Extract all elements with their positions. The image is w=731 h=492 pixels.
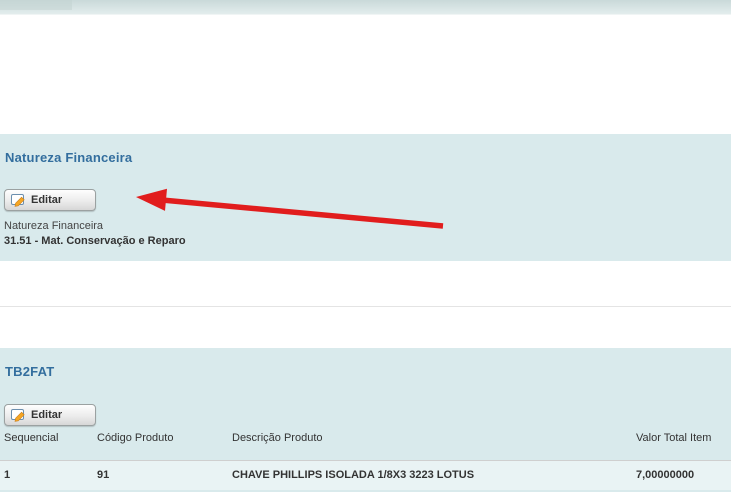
editar-button-label: Editar	[31, 409, 62, 421]
section-divider	[0, 306, 731, 307]
column-header-codigo-produto: Código Produto	[97, 432, 173, 444]
table-header-row: Sequencial Código Produto Descrição Prod…	[0, 432, 731, 448]
edit-note-icon	[11, 194, 26, 207]
editar-button-natureza[interactable]: Editar	[4, 189, 96, 211]
top-bar	[0, 0, 731, 15]
section-title-tb2fat: TB2FAT	[5, 364, 54, 379]
edit-note-icon	[11, 409, 26, 422]
natureza-financeira-field-value: 31.51 - Mat. Conservação e Reparo	[4, 235, 186, 247]
column-header-valor-total-item: Valor Total Item	[636, 432, 711, 444]
natureza-financeira-section: Natureza Financeira Editar Natureza Fina…	[0, 134, 731, 261]
top-bar-left-segment	[0, 0, 72, 10]
section-title-natureza-financeira: Natureza Financeira	[5, 150, 132, 165]
cell-valor-total-item: 7,00000000	[636, 469, 694, 481]
tb2fat-section: TB2FAT Editar Sequencial Código Produto …	[0, 348, 731, 492]
cell-descricao-produto: CHAVE PHILLIPS ISOLADA 1/8X3 3223 LOTUS	[232, 469, 474, 481]
natureza-financeira-field-label: Natureza Financeira	[4, 220, 103, 232]
editar-button-tb2fat[interactable]: Editar	[4, 404, 96, 426]
cell-codigo-produto: 91	[97, 469, 109, 481]
column-header-descricao-produto: Descrição Produto	[232, 432, 323, 444]
table-row[interactable]: 1 91 CHAVE PHILLIPS ISOLADA 1/8X3 3223 L…	[0, 460, 731, 490]
column-header-sequencial: Sequencial	[4, 432, 58, 444]
cell-sequencial: 1	[4, 469, 10, 481]
editar-button-label: Editar	[31, 194, 62, 206]
